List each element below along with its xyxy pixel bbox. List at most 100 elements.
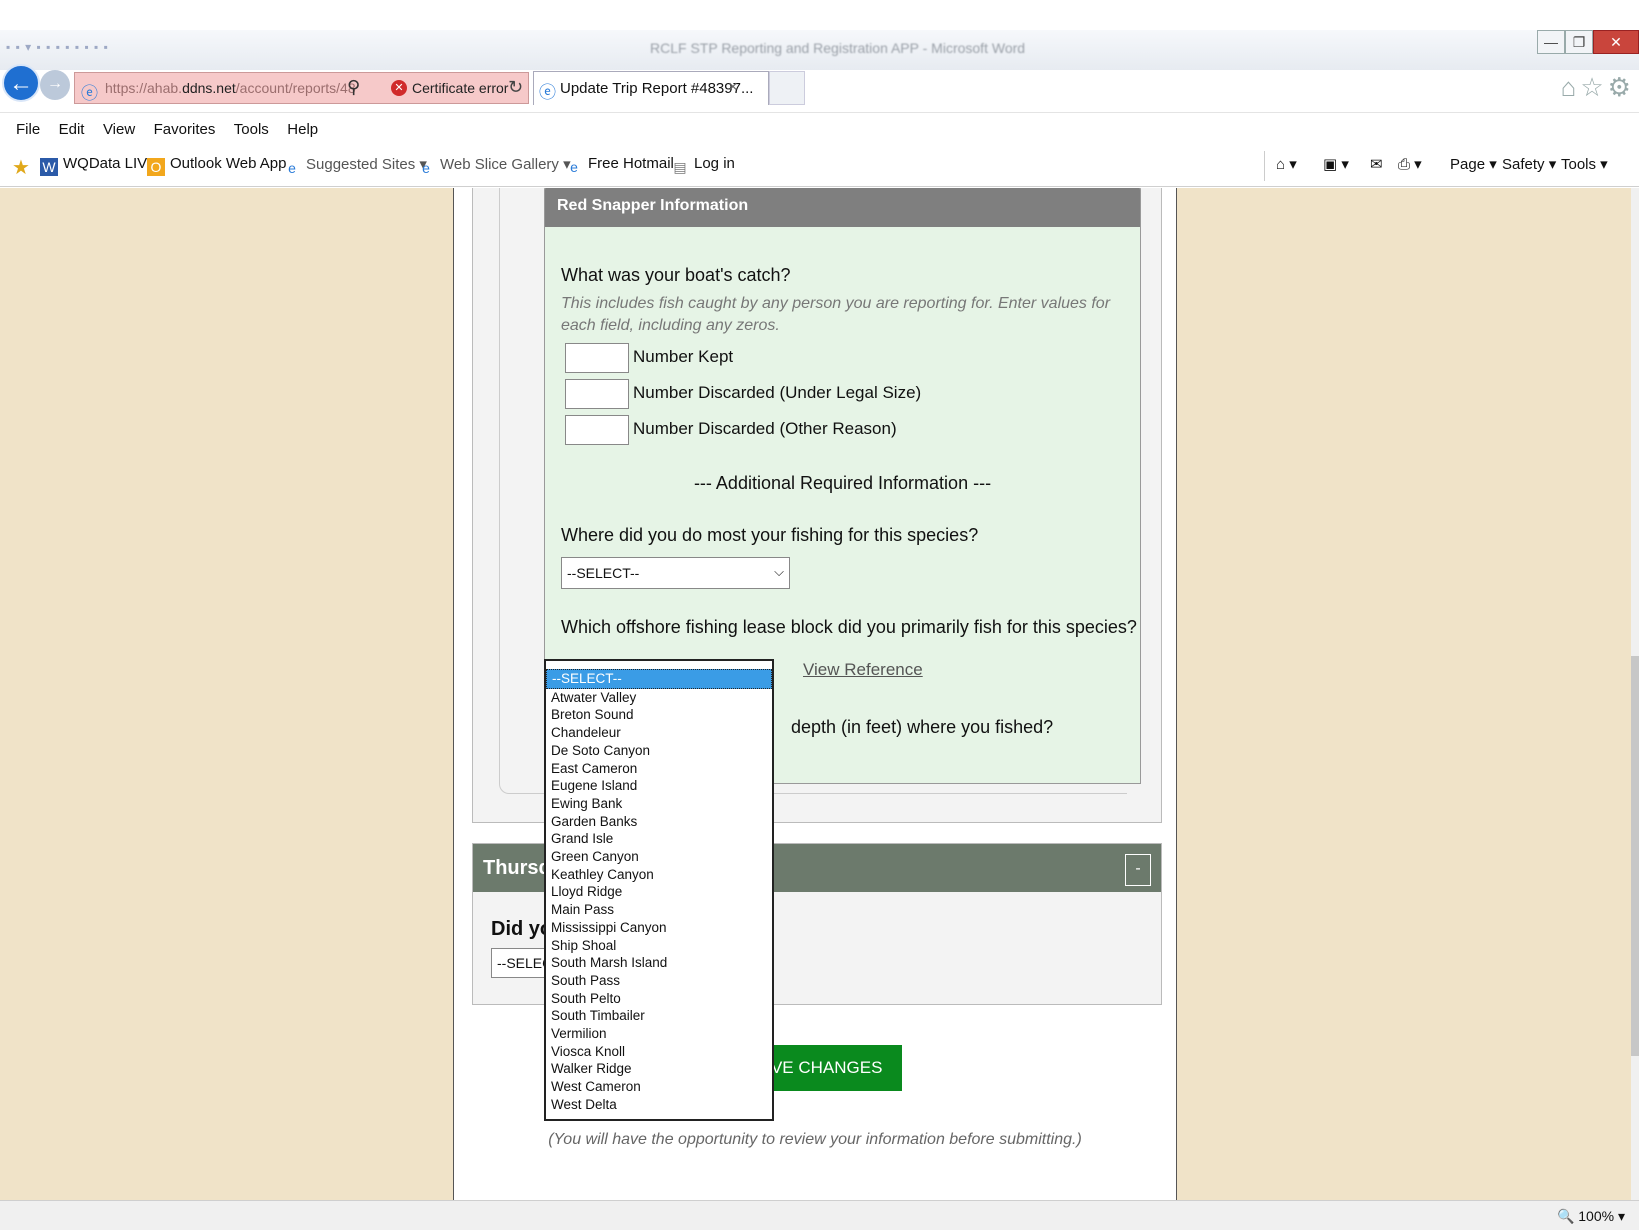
menu-view[interactable]: View <box>103 121 135 138</box>
lease-option[interactable]: Grand Isle <box>546 830 772 848</box>
fav-log-in[interactable]: ▤ Log in <box>671 155 735 176</box>
number-discarded-legal-label: Number Discarded (Under Legal Size) <box>633 383 922 402</box>
lease-option[interactable]: Green Canyon <box>546 848 772 866</box>
toolbar-divider <box>1264 151 1265 181</box>
tab-close-icon[interactable]: × <box>728 77 738 97</box>
lease-block-question: Which offshore fishing lease block did y… <box>561 617 1137 637</box>
lease-option[interactable]: West Delta <box>546 1096 772 1114</box>
read-mail-icon[interactable]: ✉ <box>1370 155 1383 173</box>
outlook-icon: O <box>147 158 165 176</box>
scrollbar-thumb[interactable] <box>1631 656 1639 1056</box>
lease-option[interactable]: South Marsh Island <box>546 954 772 972</box>
lease-option[interactable]: Chandeleur <box>546 724 772 742</box>
certificate-error-icon[interactable]: ✕ <box>391 80 407 96</box>
page-menu[interactable]: Page ▾ <box>1450 155 1497 173</box>
lease-option[interactable]: West Cameron <box>546 1078 772 1096</box>
zoom-level[interactable]: 🔍 100% ▾ <box>1557 1208 1625 1225</box>
lease-option[interactable]: Vermilion <box>546 1025 772 1043</box>
lease-option[interactable]: Atwater Valley <box>546 689 772 707</box>
lease-option[interactable]: Garden Banks <box>546 813 772 831</box>
lease-option[interactable]: South Timbailer <box>546 1007 772 1025</box>
restore-button[interactable]: ❐ <box>1565 30 1593 54</box>
menu-file[interactable]: File <box>16 121 40 138</box>
refresh-icon[interactable]: ↻ <box>508 77 523 98</box>
ie-page-icon: ⓔ <box>81 84 98 103</box>
tools-menu[interactable]: Tools ▾ <box>1561 155 1608 173</box>
ie-icon: e <box>570 159 578 175</box>
certificate-error-label[interactable]: Certificate error <box>412 80 508 96</box>
number-discarded-legal-input[interactable] <box>565 379 629 409</box>
fav-free-hotmail[interactable]: e Free Hotmail <box>565 155 674 176</box>
lease-block-dropdown-list[interactable]: --SELECT-- Atwater Valley Breton Sound Chan… <box>544 659 774 1121</box>
lease-option[interactable]: Lloyd Ridge <box>546 883 772 901</box>
address-url[interactable]: https://ahab.ddns.net/account/reports/48 <box>105 80 356 96</box>
status-bar: 🔍 100% ▾ <box>0 1200 1639 1230</box>
back-button[interactable]: ← <box>2 64 40 102</box>
new-tab-button[interactable] <box>769 71 805 105</box>
lease-option[interactable]: De Soto Canyon <box>546 742 772 760</box>
tab-update-trip-report[interactable]: ⓔ Update Trip Report #48397... × <box>533 71 769 105</box>
ie-icon: e <box>288 160 296 176</box>
home-icon[interactable]: ⌂ ▾ <box>1276 155 1297 173</box>
lease-option[interactable]: East Cameron <box>546 760 772 778</box>
navigation-row: ← → ⓔ https://ahab.ddns.net/account/repo… <box>0 60 1639 112</box>
fishing-area-select[interactable]: --SELECT-- ⌵ <box>561 557 790 589</box>
window-controls: — ❐ ✕ <box>1537 30 1639 58</box>
menu-tools[interactable]: Tools <box>234 121 269 138</box>
catch-question: What was your boat's catch? <box>561 265 791 285</box>
lease-option[interactable]: Eugene Island <box>546 777 772 795</box>
vertical-scrollbar[interactable] <box>1631 188 1639 1200</box>
tab-label: Update Trip Report #48397... <box>560 80 754 97</box>
print-icon[interactable]: ⎙ ▾ <box>1398 155 1422 173</box>
fav-outlook-web-app[interactable]: O Outlook Web App <box>147 155 286 176</box>
favorites-star-icon[interactable]: ★ <box>12 155 30 180</box>
lease-option[interactable]: Viosca Knoll <box>546 1043 772 1061</box>
ie-tab-icon: ⓔ <box>539 83 556 102</box>
lease-option[interactable]: Breton Sound <box>546 706 772 724</box>
favorites-bar: ★ W WQData LIVE O Outlook Web App e Suggest… <box>0 145 1639 187</box>
page-viewport: Red Snapper Information What was your bo… <box>0 188 1631 1200</box>
lease-option[interactable]: Ewing Bank <box>546 795 772 813</box>
quick-access-toolbar[interactable]: ▪ ▪ ▾ ▪ ▪ ▪ ▪ ▪ ▪ ▪ ▪ <box>6 40 109 54</box>
depth-question: depth (in feet) where you fished? <box>791 717 1054 737</box>
fav-wqdata-live[interactable]: W WQData LIVE <box>40 155 157 176</box>
catch-help-text: This includes fish caught by any person … <box>561 295 1111 334</box>
menu-bar: File Edit View Favorites Tools Help <box>0 112 1639 144</box>
number-discarded-other-input[interactable] <box>565 415 629 445</box>
home-favorites-settings-icons[interactable]: ⌂☆⚙ <box>1561 72 1635 103</box>
safety-menu[interactable]: Safety ▾ <box>1502 155 1556 173</box>
lease-option[interactable]: Walker Ridge <box>546 1060 772 1078</box>
review-note: (You will have the opportunity to review… <box>548 1131 1082 1148</box>
close-button[interactable]: ✕ <box>1593 30 1639 54</box>
number-kept-label: Number Kept <box>633 347 734 366</box>
lease-option[interactable]: South Pelto <box>546 990 772 1008</box>
fav-web-slice-gallery[interactable]: e Web Slice Gallery ▾ <box>417 155 571 177</box>
menu-help[interactable]: Help <box>287 121 318 138</box>
window-title: RCLF STP Reporting and Registration APP … <box>650 40 1026 56</box>
view-reference-link[interactable]: View Reference <box>803 660 923 680</box>
forward-button[interactable]: → <box>40 70 70 100</box>
word-icon: W <box>40 158 58 176</box>
fishing-area-question: Where did you do most your fishing for t… <box>561 525 979 545</box>
lease-option[interactable]: Main Pass <box>546 901 772 919</box>
additional-info-header: --- Additional Required Information --- <box>693 473 992 493</box>
species-panel-title: Red Snapper Information <box>545 188 1140 227</box>
ie-icon: e <box>422 160 430 176</box>
lease-option[interactable]: South Pass <box>546 972 772 990</box>
number-kept-input[interactable] <box>565 343 629 373</box>
lease-option[interactable]: Keathley Canyon <box>546 866 772 884</box>
feeds-icon[interactable]: ▣ ▾ <box>1323 155 1349 173</box>
fishing-area-select-value: --SELECT-- <box>567 565 640 581</box>
menu-edit[interactable]: Edit <box>59 121 85 138</box>
chevron-down-icon: ⌵ <box>774 564 784 579</box>
address-bar[interactable]: ⓔ https://ahab.ddns.net/account/reports/… <box>74 72 529 104</box>
menu-favorites[interactable]: Favorites <box>154 121 216 138</box>
fav-suggested-sites[interactable]: e Suggested Sites ▾ <box>283 155 427 177</box>
collapse-button[interactable]: - <box>1125 854 1151 886</box>
lease-option-select[interactable]: --SELECT-- <box>546 669 772 689</box>
number-discarded-other-label: Number Discarded (Other Reason) <box>633 419 897 438</box>
lease-option[interactable]: Ship Shoal <box>546 937 772 955</box>
search-icon[interactable]: ⚲ <box>347 77 360 98</box>
minimize-button[interactable]: — <box>1537 30 1565 54</box>
lease-option[interactable]: Mississippi Canyon <box>546 919 772 937</box>
